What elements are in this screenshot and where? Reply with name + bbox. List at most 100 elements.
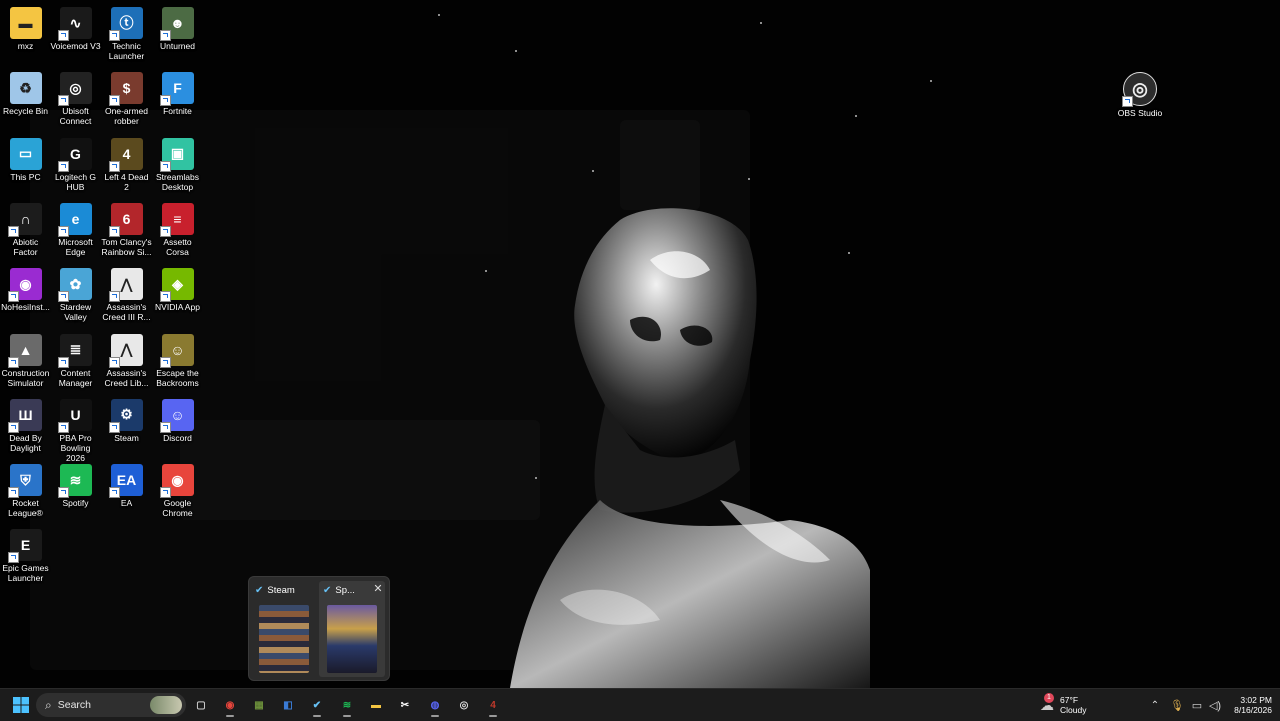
desktop-icon-assassin-s-creed-iii-r[interactable]: ⋀ Assassin's Creed III R... [101, 264, 152, 328]
taskbar-app-chrome[interactable]: ◉ [218, 693, 242, 717]
desktop-icon-label: Recycle Bin [3, 106, 48, 117]
desktop-icon-streamlabs-desktop[interactable]: ▣ Streamlabs Desktop [152, 134, 203, 198]
weather-condition: Cloudy [1060, 705, 1087, 715]
desktop-icon-left-4-dead-2[interactable]: 4 Left 4 Dead 2 [101, 134, 152, 198]
taskbar-thumbnail-popup: ✔ Steam ✔ Sp... ✕ [248, 576, 390, 681]
desktop-icon-label: Content Manager [58, 367, 93, 388]
taskbar-app-store[interactable]: ◧ [276, 693, 300, 717]
assetto-icon: ≡ [159, 202, 194, 237]
voicemod-icon: ∿ [57, 7, 92, 41]
thumbnail-card-steam[interactable]: ✔ Steam [251, 581, 317, 677]
taskbar-app-capcut[interactable]: ✂ [393, 693, 417, 717]
taskbar-app-steam[interactable]: ✔ [305, 693, 329, 717]
desktop-icon-label: Dead By Daylight [9, 432, 42, 453]
desktop-icon-discord[interactable]: ☺ Discord [152, 395, 203, 459]
clock-date: 8/16/2026 [1234, 705, 1272, 715]
taskbar-app-left4dead[interactable]: 4 [481, 693, 505, 717]
desktop-icon-logitech-g-hub[interactable]: G Logitech G HUB [50, 134, 101, 198]
desktop-icon-one-armed-robber[interactable]: $ One-armed robber [101, 68, 152, 132]
desktop-icon-rocket-league[interactable]: ⛨ Rocket League® [0, 460, 51, 524]
capcut-icon: ✂ [400, 699, 410, 711]
desktop-icon-assetto-corsa[interactable]: ≡ Assetto Corsa [152, 199, 203, 263]
minecraft-icon: ▦ [254, 699, 264, 711]
epic-icon: E [7, 529, 42, 564]
desktop-icon-construction-simulator[interactable]: ▲ Construction Simulator [0, 330, 51, 394]
volume-icon[interactable]: ◁) [1207, 693, 1223, 717]
close-icon[interactable]: ✕ [371, 581, 385, 595]
assassins-creed-icon: ⋀ [108, 333, 143, 368]
desktop-icon-tom-clancy-s-rainbow-si[interactable]: 6 Tom Clancy's Rainbow Si... [101, 199, 152, 263]
weather-badge: 1 [1044, 692, 1054, 703]
desktop-icon-label: Tom Clancy's Rainbow Si... [101, 236, 152, 257]
taskbar-app-discord[interactable]: ◍ [423, 693, 447, 717]
taskbar-app-obs[interactable]: ◎ [452, 693, 476, 717]
desktop-icon-google-chrome[interactable]: ◉ Google Chrome [152, 460, 203, 524]
wallpaper-ghost-panel [620, 120, 700, 210]
desktop-icon-label: Construction Simulator [1, 367, 50, 388]
wallpaper-ghost-panel [180, 420, 540, 520]
desktop-icon-unturned[interactable]: ☻ Unturned [152, 3, 203, 67]
one-armed-robber-icon: $ [108, 72, 143, 107]
chrome-icon: ◉ [159, 464, 194, 499]
desktop-icon-label: Unturned [160, 41, 195, 51]
clock[interactable]: 3:02 PM 8/16/2026 [1222, 693, 1272, 717]
desktop-icon-escape-the-backrooms[interactable]: ☺ Escape the Backrooms [152, 330, 203, 394]
desktop-icon-dead-by-daylight[interactable]: Ш Dead By Daylight [0, 395, 51, 459]
thumbnail-preview [327, 605, 377, 673]
search-box[interactable]: ⌕ Search [36, 693, 186, 717]
desktop-icon-epic-games-launcher[interactable]: E Epic Games Launcher [0, 525, 51, 589]
desktop-icon-stardew-valley[interactable]: ✿ Stardew Valley [50, 264, 101, 328]
desktop-icon-nvidia-app[interactable]: ◈ NVIDIA App [152, 264, 203, 328]
star [930, 80, 932, 82]
desktop-icon-fortnite[interactable]: F Fortnite [152, 68, 203, 132]
stardew-icon: ✿ [57, 268, 92, 303]
store-icon: ◧ [283, 699, 293, 711]
desktop-icon-label: NVIDIA App [155, 302, 200, 313]
desktop-icon-label: This PC [10, 171, 41, 182]
star [855, 115, 857, 117]
desktop-icon-spotify[interactable]: ≋ Spotify [50, 460, 101, 524]
taskbar-app-file-explorer[interactable]: ▬ [364, 693, 388, 717]
desktop-icon-this-pc[interactable]: ▭ This PC [0, 134, 51, 198]
desktop-icon-voicemod-v3[interactable]: ∿ Voicemod V3 [50, 3, 101, 67]
desktop-icon-label: EA [120, 498, 133, 509]
streamlabs-icon: ▣ [159, 137, 194, 172]
microphone-icon[interactable]: 🎙 [1170, 693, 1184, 717]
desktop-icon-microsoft-edge[interactable]: e Microsoft Edge [50, 199, 101, 263]
taskbar-app-minecraft[interactable]: ▦ [247, 693, 271, 717]
desktop-icon-mxz[interactable]: ▬ mxz [0, 3, 51, 67]
desktop-icon-obs-studio[interactable]: ◎ OBS Studio [1114, 68, 1166, 132]
desktop-icon-abiotic-factor[interactable]: ∩ Abiotic Factor [0, 199, 51, 263]
weather-widget[interactable]: ☁ 1 67°F Cloudy [1040, 692, 1100, 717]
fortnite-icon: F [159, 72, 194, 107]
thumbnail-card-sp[interactable]: ✔ Sp... [319, 581, 385, 677]
desktop-icon-pba-pro-bowling-2026[interactable]: U PBA Pro Bowling 2026 [50, 395, 101, 463]
desktop-icon-content-manager[interactable]: ≣ Content Manager [50, 330, 101, 394]
desktop-icon-steam[interactable]: ⚙ Steam [101, 395, 152, 459]
taskbar-app-spotify[interactable]: ≋ [335, 693, 359, 717]
steam-icon: ⚙ [108, 398, 143, 433]
desktop-icon-assassin-s-creed-lib[interactable]: ⋀ Assassin's Creed Lib... [101, 330, 152, 394]
desktop-icon-technic-launcher[interactable]: ⓣ Technic Launcher [101, 3, 152, 67]
desktop-icon-ubisoft-connect[interactable]: ◎ Ubisoft Connect [50, 68, 101, 132]
desktop-icon-label: One-armed robber [105, 106, 148, 127]
desktop-icon-ea[interactable]: EA EA [101, 460, 152, 524]
technic-icon: ⓣ [108, 7, 143, 41]
star [515, 50, 517, 52]
start-button[interactable] [9, 693, 33, 717]
desktop-icon-label: Voicemod V3 [50, 41, 101, 51]
logitech-icon: G [57, 137, 92, 172]
taskbar-app-task-view[interactable]: ▢ [189, 693, 213, 717]
steam-icon: ✔ [255, 584, 264, 596]
chevron-up-icon[interactable]: ⌃ [1148, 693, 1162, 717]
network-icon[interactable]: ▭ [1189, 693, 1205, 717]
steam-icon: ✔ [312, 699, 322, 711]
desktop-icon-nohesiinst[interactable]: ◉ NoHesiInst... [0, 264, 51, 328]
star [438, 14, 440, 16]
desktop-icon-recycle-bin[interactable]: ♻ Recycle Bin [0, 68, 51, 132]
desktop-icon-grid: ▬ mxz ∿ Voicemod V3 ⓣ Technic Launcher ☻ Unturn… [0, 0, 210, 688]
desktop-icon-label: Abiotic Factor [12, 236, 39, 257]
spotify-icon: ≋ [342, 699, 352, 711]
search-highlight-icon [150, 696, 182, 714]
desktop-icon-label: Epic Games Launcher [2, 563, 49, 584]
